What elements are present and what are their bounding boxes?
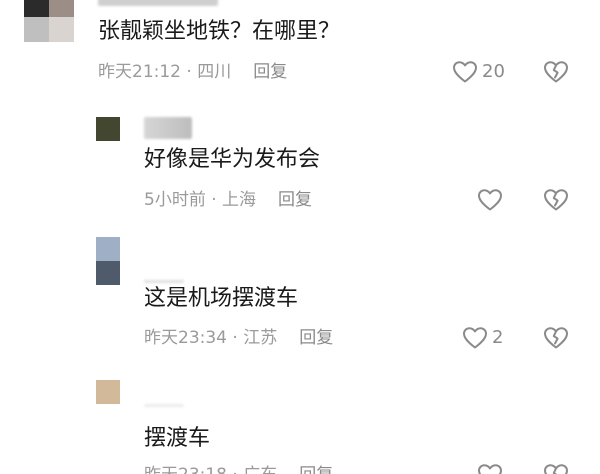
broken-heart-icon xyxy=(544,327,568,349)
reply-button[interactable]: 回复 xyxy=(278,190,312,210)
meta-separator: · xyxy=(227,465,243,474)
comment-text: 摆渡车 xyxy=(144,426,211,451)
comment-location: 江苏 xyxy=(243,328,278,348)
heart-outline-icon xyxy=(463,327,487,349)
like-count: 20 xyxy=(482,61,505,82)
comment-time: 昨天21:12 xyxy=(98,62,181,82)
comment-thread: 张靓颖坐地铁？在哪里？ 昨天21:12 · 四川 回复 20 好像是华为发布会 5… xyxy=(0,0,600,474)
comment-meta: 5小时前 · 上海 回复 xyxy=(144,188,312,212)
reply-button[interactable]: 回复 xyxy=(299,465,333,474)
comment-time: 5小时前 xyxy=(144,190,206,210)
meta-separator: · xyxy=(181,62,198,82)
comment-text: 这是机场摆渡车 xyxy=(144,286,299,311)
heart-outline-icon xyxy=(478,189,502,211)
comment-meta: 昨天23:18 · 广东 回复 xyxy=(144,463,333,474)
broken-heart-icon xyxy=(544,61,568,83)
dislike-button[interactable] xyxy=(543,188,569,212)
comment-text: 好像是华为发布会 xyxy=(144,147,321,172)
comment-location: 广东 xyxy=(243,465,277,474)
username-blurred[interactable] xyxy=(144,404,184,407)
comment-location: 上海 xyxy=(222,190,257,210)
comment-time: 昨天23:18 xyxy=(144,465,227,474)
username-blurred[interactable] xyxy=(144,117,192,139)
heart-outline-icon xyxy=(478,464,502,474)
comment-meta: 昨天23:34 · 江苏 回复 xyxy=(144,326,333,350)
like-button[interactable] xyxy=(477,188,507,212)
like-button[interactable]: 2 xyxy=(462,326,503,350)
reply-button[interactable]: 回复 xyxy=(299,328,333,348)
meta-separator: · xyxy=(205,190,223,210)
avatar[interactable] xyxy=(96,117,120,141)
username-blurred[interactable] xyxy=(98,0,218,6)
avatar[interactable] xyxy=(96,237,120,285)
like-count: 2 xyxy=(492,327,504,348)
comment-text: 张靓颖坐地铁？在哪里？ xyxy=(98,19,341,44)
comment-location: 四川 xyxy=(197,62,232,82)
dislike-button[interactable] xyxy=(543,463,569,474)
avatar[interactable] xyxy=(96,380,120,404)
like-button[interactable]: 20 xyxy=(452,60,505,84)
heart-outline-icon xyxy=(453,61,477,83)
username-blurred[interactable] xyxy=(144,280,184,283)
avatar[interactable] xyxy=(24,0,74,42)
broken-heart-icon xyxy=(544,464,568,474)
like-button[interactable] xyxy=(477,463,507,474)
meta-separator: · xyxy=(227,328,244,348)
broken-heart-icon xyxy=(544,189,568,211)
reply-button[interactable]: 回复 xyxy=(253,62,287,82)
dislike-button[interactable] xyxy=(543,326,569,350)
comment-time: 昨天23:34 xyxy=(144,328,227,348)
comment-meta: 昨天21:12 · 四川 回复 xyxy=(98,60,287,84)
dislike-button[interactable] xyxy=(543,60,569,84)
